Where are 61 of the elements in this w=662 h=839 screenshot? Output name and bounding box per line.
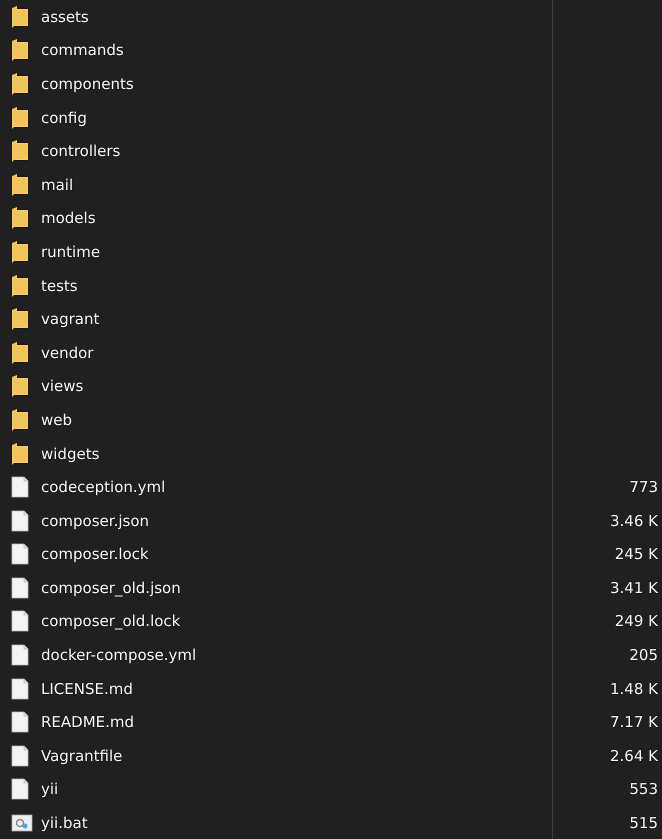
document-icon [11,476,29,498]
file-size: 3.41 K [610,578,658,597]
folder-icon [11,39,29,62]
file-name[interactable]: assets [41,8,89,26]
file-name[interactable]: composer.json [41,512,150,530]
file-size: 1.48 K [610,680,658,698]
folder-icon [11,174,29,196]
folder-icon [11,274,29,297]
file-size: 773 [629,478,658,496]
file-name[interactable]: composer_old.lock [41,612,180,630]
document-icon [11,644,29,666]
file-name[interactable]: README.md [41,713,134,732]
document-icon [11,610,29,632]
document-icon [11,711,29,734]
file-size: 205 [629,646,658,664]
file-name[interactable]: vagrant [41,310,100,328]
folder-icon [11,6,29,28]
gear-document-icon [11,814,33,832]
file-size: 2.64 K [610,746,658,765]
folder-icon [11,207,29,230]
document-icon [11,543,29,566]
document-icon [11,778,29,800]
file-name[interactable]: docker-compose.yml [41,646,196,664]
file-name[interactable]: runtime [41,242,100,261]
document-icon [11,744,29,767]
folder-icon [11,308,29,330]
document-icon [11,576,29,599]
file-name[interactable]: web [41,410,72,429]
folder-icon [11,375,29,398]
file-size: 245 K [614,545,658,564]
folder-icon [11,240,29,263]
document-icon [11,678,29,700]
document-icon [11,510,29,532]
file-name[interactable]: LICENSE.md [41,680,133,698]
file-name[interactable]: commands [41,41,124,60]
folder-icon [11,442,29,465]
folder-icon [11,140,29,162]
file-name[interactable]: models [41,209,96,228]
file-name[interactable]: composer.lock [41,545,149,564]
file-name[interactable]: Vagrantfile [41,746,122,765]
file-size: 7.17 K [610,713,658,732]
file-name[interactable]: codeception.yml [41,478,166,496]
file-name[interactable]: views [41,377,84,396]
file-name[interactable]: yii.bat [41,814,88,832]
file-name[interactable]: tests [41,276,78,295]
file-name[interactable]: vendor [41,344,94,362]
file-size: 249 K [614,612,658,630]
file-name[interactable]: mail [41,176,74,194]
file-name[interactable]: config [41,108,87,127]
file-name[interactable]: components [41,74,134,93]
file-name[interactable]: controllers [41,142,120,160]
file-size: 515 [629,814,658,832]
file-size: 553 [629,780,658,798]
folder-icon [11,408,29,431]
folder-icon [11,342,29,364]
file-name[interactable]: yii [41,780,58,798]
file-size: 3.46 K [610,512,658,530]
folder-icon [11,106,29,129]
file-name[interactable]: widgets [41,444,100,463]
file-name[interactable]: composer_old.json [41,578,181,597]
folder-icon [11,72,29,95]
